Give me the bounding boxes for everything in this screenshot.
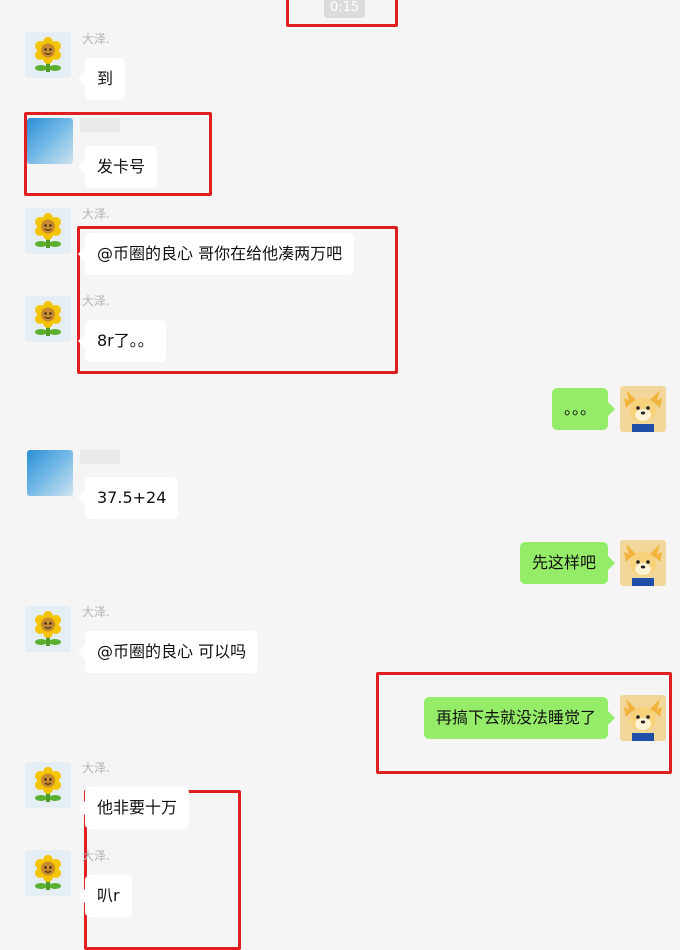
- message-bubble[interactable]: 他非要十万: [77, 787, 190, 829]
- message-bubble-self[interactable]: 。。。: [551, 388, 616, 430]
- sender-avatar[interactable]: [25, 296, 71, 342]
- sunflower-icon: [35, 611, 61, 646]
- sender-avatar[interactable]: [25, 850, 71, 896]
- dog-icon: [624, 544, 662, 586]
- message-bubble-self[interactable]: 先这样吧: [519, 542, 616, 584]
- self-avatar[interactable]: [620, 540, 666, 586]
- self-avatar[interactable]: [620, 695, 666, 741]
- message-bubble[interactable]: 8r了。。: [78, 320, 166, 362]
- sender-avatar[interactable]: [25, 32, 71, 78]
- sender-name: 大泽.: [82, 32, 110, 46]
- self-avatar[interactable]: [620, 386, 666, 432]
- sender-name: 大泽.: [82, 294, 110, 308]
- sender-name: 大泽.: [82, 207, 110, 221]
- message-bubble[interactable]: @币圈的良心 哥你在给他凑两万吧: [77, 233, 355, 275]
- sender-avatar[interactable]: [25, 762, 71, 808]
- sender-avatar[interactable]: [25, 208, 71, 254]
- blurred-avatar[interactable]: [27, 450, 73, 496]
- message-bubble-self[interactable]: 再搞下去就没法睡觉了: [423, 697, 616, 739]
- sunflower-icon: [35, 301, 61, 336]
- sunflower-icon: [35, 855, 61, 890]
- dog-icon: [624, 390, 662, 432]
- sunflower-icon: [35, 37, 61, 72]
- message-bubble[interactable]: 发卡号: [77, 146, 158, 188]
- message-bubble[interactable]: 叭r: [78, 875, 132, 917]
- blurred-sender-name: [80, 118, 120, 132]
- blurred-avatar[interactable]: [27, 118, 73, 164]
- message-bubble[interactable]: 到: [77, 58, 126, 100]
- sender-avatar[interactable]: [25, 606, 71, 652]
- message-bubble[interactable]: 37.5+24: [77, 477, 179, 519]
- sunflower-icon: [35, 767, 61, 802]
- sunflower-icon: [35, 213, 61, 248]
- message-bubble[interactable]: @币圈的良心 可以吗: [77, 631, 259, 673]
- sender-name: 大泽.: [82, 605, 110, 619]
- sender-name: 大泽.: [82, 849, 110, 863]
- dog-icon: [624, 699, 662, 741]
- voice-duration-pill: 0:15: [324, 0, 366, 18]
- blurred-sender-name: [80, 450, 120, 464]
- sender-name: 大泽.: [82, 761, 110, 775]
